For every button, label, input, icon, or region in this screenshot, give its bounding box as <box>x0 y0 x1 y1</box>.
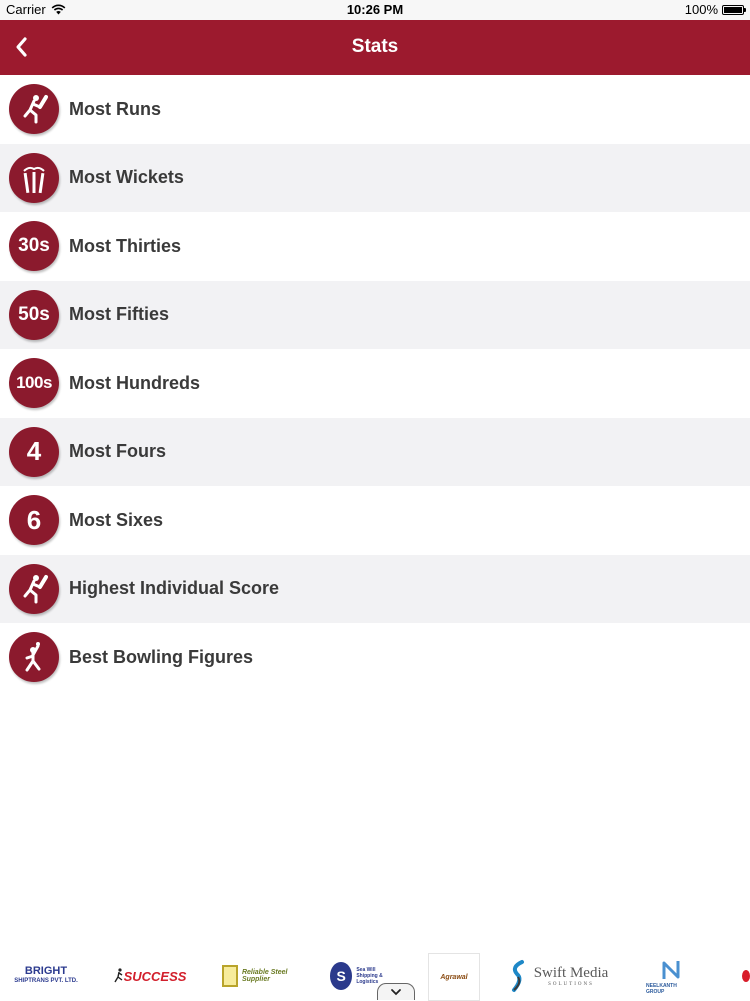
neelkanth-logo-icon <box>662 961 680 979</box>
stats-item-most-thirties[interactable]: 30s Most Thirties <box>0 212 750 281</box>
badge-30s-icon: 30s <box>9 221 59 272</box>
stats-item-label: Most Runs <box>69 98 161 119</box>
batsman-icon <box>9 563 59 614</box>
stats-item-label: Most Wickets <box>69 167 184 188</box>
sponsor-name: NEELKANTH GROUP <box>646 983 677 995</box>
batsman-icon <box>9 84 59 135</box>
stats-item-label: Most Fours <box>69 441 166 462</box>
badge-4-icon: 4 <box>9 426 59 477</box>
battery-fill <box>724 6 742 13</box>
battery-percent: 100% <box>684 2 718 17</box>
partial-logo-icon <box>742 970 750 982</box>
sponsor-success[interactable]: SUCCESS <box>112 956 188 996</box>
badge-6-icon: 6 <box>9 495 59 546</box>
stats-item-label: Best Bowling Figures <box>69 646 254 667</box>
stats-item-label: Most Hundreds <box>69 372 201 393</box>
badge-100s-icon: 100s <box>9 358 59 409</box>
sponsor-name: Swift Media <box>533 965 609 981</box>
sponsor-banner: BRIGHT SHIPTRANS PVT. LTD. SUCCESS Relia… <box>0 950 750 1001</box>
sponsor-text: Swift Media SOLUTIONS <box>534 965 609 987</box>
seawill-logo-icon: S <box>330 962 353 990</box>
badge-50s-icon: 50s <box>9 289 59 340</box>
stats-item-most-hundreds[interactable]: 100s Most Hundreds <box>0 349 750 418</box>
sponsor-neelkanth[interactable]: NEELKANTH GROUP <box>646 956 696 996</box>
wickets-icon <box>9 152 59 203</box>
stats-item-label: Highest Individual Score <box>69 578 280 599</box>
sponsor-name: Reliable Steel Supplier <box>241 969 288 983</box>
sponsor-bright[interactable]: BRIGHT SHIPTRANS PVT. LTD. <box>14 956 78 996</box>
page-title: Stats <box>351 36 399 57</box>
stats-item-most-wickets[interactable]: Most Wickets <box>0 143 750 212</box>
battery-status: 100% <box>684 2 746 17</box>
stats-item-most-runs[interactable]: Most Runs <box>0 75 750 144</box>
collapse-banner-button[interactable] <box>377 983 415 1000</box>
stats-item-most-fours[interactable]: 4 Most Fours <box>0 417 750 486</box>
sponsor-name: SUCCESS <box>123 968 187 984</box>
stats-item-most-fifties[interactable]: 50s Most Fifties <box>0 280 750 349</box>
sponsor-sub: SHIPTRANS PVT. LTD. <box>14 978 78 984</box>
battery-icon <box>722 4 746 15</box>
sponsor-agrawal[interactable]: Agrawal <box>428 953 480 1001</box>
sponsor-swift-media[interactable]: Swift Media SOLUTIONS <box>505 956 611 996</box>
stats-list: Most Runs Most Wickets 30s Most Thirties… <box>0 75 750 692</box>
status-time: 10:26 PM <box>346 2 404 17</box>
sponsor-name: Agrawal <box>440 973 468 981</box>
bowler-icon <box>9 632 59 683</box>
sponsor-sub: SOLUTIONS <box>548 982 594 987</box>
stats-item-label: Most Fifties <box>69 304 170 325</box>
stats-item-most-sixes[interactable]: 6 Most Sixes <box>0 486 750 555</box>
nav-bar: Stats <box>0 20 750 75</box>
sponsor-partial[interactable] <box>742 956 750 996</box>
stats-item-label: Most Thirties <box>69 235 182 256</box>
sponsor-name: BRIGHT <box>24 965 68 977</box>
stats-item-highest-individual-score[interactable]: Highest Individual Score <box>0 554 750 623</box>
stats-item-label: Most Sixes <box>69 509 164 530</box>
reliable-logo-icon <box>222 965 238 987</box>
status-bar: Carrier 10:26 PM 100% <box>0 0 750 20</box>
stats-item-best-bowling-figures[interactable]: Best Bowling Figures <box>0 623 750 692</box>
sponsor-reliable[interactable]: Reliable Steel Supplier <box>222 956 292 996</box>
runner-icon <box>113 968 122 983</box>
swift-logo-icon <box>511 960 524 992</box>
chevron-down-icon <box>391 989 401 996</box>
